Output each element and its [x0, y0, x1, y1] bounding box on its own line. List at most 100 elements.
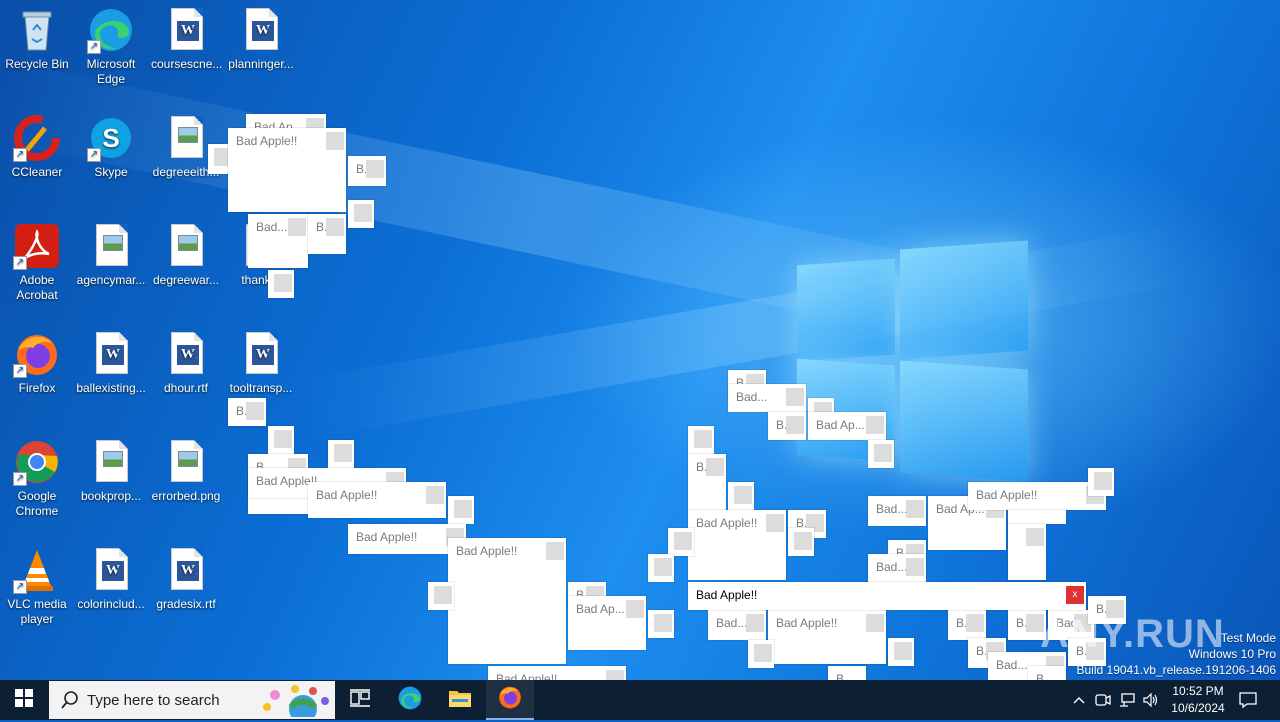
desktop-icon-acrobat[interactable]: ↗ Adobe Acrobat: [0, 218, 74, 303]
popup-window[interactable]: [1008, 524, 1046, 580]
popup-window[interactable]: [688, 426, 714, 454]
popup-window[interactable]: B.: [1028, 666, 1066, 680]
desktop-icon-recycle-bin[interactable]: Recycle Bin: [0, 2, 74, 72]
desktop-icon-bookprop[interactable]: bookprop...: [74, 434, 148, 504]
close-icon[interactable]: [866, 614, 884, 632]
desktop-icon-skype[interactable]: S ↗ Skype: [74, 110, 148, 180]
desktop-icon-chrome[interactable]: ↗ Google Chrome: [0, 434, 74, 519]
search-box[interactable]: Type here to search: [49, 681, 335, 722]
close-icon[interactable]: [1094, 472, 1112, 490]
popup-window[interactable]: Bad Ap...: [808, 412, 886, 440]
popup-window[interactable]: [428, 582, 454, 610]
popup-window[interactable]: B.: [228, 398, 266, 426]
desktop-icon-agencymar[interactable]: agencymar...: [74, 218, 148, 288]
desktop-icon-vlc[interactable]: ↗ VLC media player: [0, 542, 74, 627]
desktop-icon-degreewar[interactable]: degreewar...: [149, 218, 223, 288]
close-icon[interactable]: [246, 402, 264, 420]
popup-window[interactable]: [268, 426, 294, 454]
desktop-icon-errorbed[interactable]: errorbed.png: [149, 434, 223, 504]
popup-window[interactable]: [1008, 510, 1066, 524]
desktop-icon-coursescne[interactable]: W coursescne...: [149, 2, 223, 72]
popup-window[interactable]: B.: [768, 412, 806, 440]
close-icon[interactable]: [354, 204, 372, 222]
close-icon[interactable]: [274, 274, 292, 292]
close-icon[interactable]: [434, 586, 452, 604]
close-icon[interactable]: [546, 542, 564, 560]
popup-window-active[interactable]: Bad Apple!! x: [688, 582, 1086, 610]
popup-window[interactable]: [648, 554, 674, 582]
popup-window[interactable]: B.: [948, 610, 986, 640]
close-icon[interactable]: [606, 670, 624, 680]
popup-window[interactable]: [648, 610, 674, 638]
popup-window[interactable]: [748, 640, 774, 668]
desktop-icon-tooltransp[interactable]: W tooltransp...: [224, 326, 298, 396]
close-button[interactable]: x: [1066, 586, 1084, 604]
popup-window[interactable]: Bad Apple!!: [768, 610, 886, 664]
close-icon[interactable]: [786, 416, 804, 434]
desktop-icon-colorinclud[interactable]: W colorinclud...: [74, 542, 148, 612]
popup-window[interactable]: Bad Apple!!: [968, 482, 1106, 510]
popup-window[interactable]: Bad...: [728, 384, 806, 412]
close-icon[interactable]: [766, 514, 784, 532]
popup-window[interactable]: [868, 440, 894, 468]
popup-window[interactable]: B.: [828, 666, 866, 680]
popup-window[interactable]: Bad...: [868, 496, 926, 526]
close-icon[interactable]: [866, 416, 884, 434]
volume-icon[interactable]: [1140, 680, 1162, 720]
close-icon[interactable]: [966, 614, 984, 632]
close-icon[interactable]: [906, 500, 924, 518]
popup-window[interactable]: B.: [688, 454, 726, 510]
close-icon[interactable]: [786, 388, 804, 406]
close-icon[interactable]: [288, 218, 306, 236]
close-icon[interactable]: [654, 614, 672, 632]
close-icon[interactable]: [626, 600, 644, 618]
close-icon[interactable]: [734, 486, 752, 504]
close-icon[interactable]: [706, 458, 724, 476]
popup-window[interactable]: [268, 270, 294, 298]
close-icon[interactable]: [874, 444, 892, 462]
close-icon[interactable]: [746, 614, 764, 632]
popup-window[interactable]: Bad...: [868, 554, 926, 582]
close-icon[interactable]: [754, 644, 772, 662]
popup-window[interactable]: [1088, 468, 1114, 496]
popup-window[interactable]: [348, 200, 374, 228]
close-icon[interactable]: [454, 500, 472, 518]
desktop-icon-edge[interactable]: ↗ Microsoft Edge: [74, 2, 148, 87]
popup-window[interactable]: [328, 440, 354, 468]
popup-window[interactable]: [448, 496, 474, 524]
taskbar-file-explorer-button[interactable]: [436, 680, 484, 720]
close-icon[interactable]: [334, 444, 352, 462]
close-icon[interactable]: [326, 218, 344, 236]
meet-now-icon[interactable]: [1092, 680, 1114, 720]
popup-window[interactable]: Bad...: [708, 610, 766, 640]
popup-window[interactable]: B.: [348, 156, 386, 186]
close-icon[interactable]: [366, 160, 384, 178]
popup-window[interactable]: [728, 482, 754, 510]
desktop-icon-planninger[interactable]: W planninger...: [224, 2, 298, 72]
desktop-icon-ccleaner[interactable]: ↗ CCleaner: [0, 110, 74, 180]
desktop-icon-firefox[interactable]: ↗ Firefox: [0, 326, 74, 396]
close-icon[interactable]: [894, 642, 912, 660]
task-view-button[interactable]: [336, 680, 384, 720]
network-icon[interactable]: [1116, 680, 1138, 720]
popup-window[interactable]: Bad Ap...: [568, 596, 646, 650]
close-icon[interactable]: [794, 532, 812, 550]
popup-window[interactable]: Bad Apple!!: [448, 538, 566, 664]
popup-window[interactable]: Bad Apple!!: [488, 666, 626, 680]
close-icon[interactable]: [326, 132, 344, 150]
close-icon[interactable]: [274, 430, 292, 448]
close-icon[interactable]: [654, 558, 672, 576]
popup-window[interactable]: [888, 638, 914, 666]
system-clock[interactable]: 10:52 PM 10/6/2024: [1160, 683, 1236, 717]
desktop-icon-ballexisting[interactable]: W ballexisting...: [74, 326, 148, 396]
desktop-icon-gradesix[interactable]: W gradesix.rtf: [149, 542, 223, 612]
close-icon[interactable]: [906, 558, 924, 576]
close-icon[interactable]: [1026, 528, 1044, 546]
popup-window[interactable]: Bad Apple!!: [688, 510, 786, 580]
popup-window[interactable]: Bad Apple!!: [228, 128, 346, 212]
desktop-icon-dhour[interactable]: W dhour.rtf: [149, 326, 223, 396]
close-icon[interactable]: [426, 486, 444, 504]
popup-window[interactable]: Bad...: [248, 214, 308, 268]
start-button[interactable]: [0, 680, 48, 720]
chevron-up-icon[interactable]: [1068, 680, 1090, 720]
